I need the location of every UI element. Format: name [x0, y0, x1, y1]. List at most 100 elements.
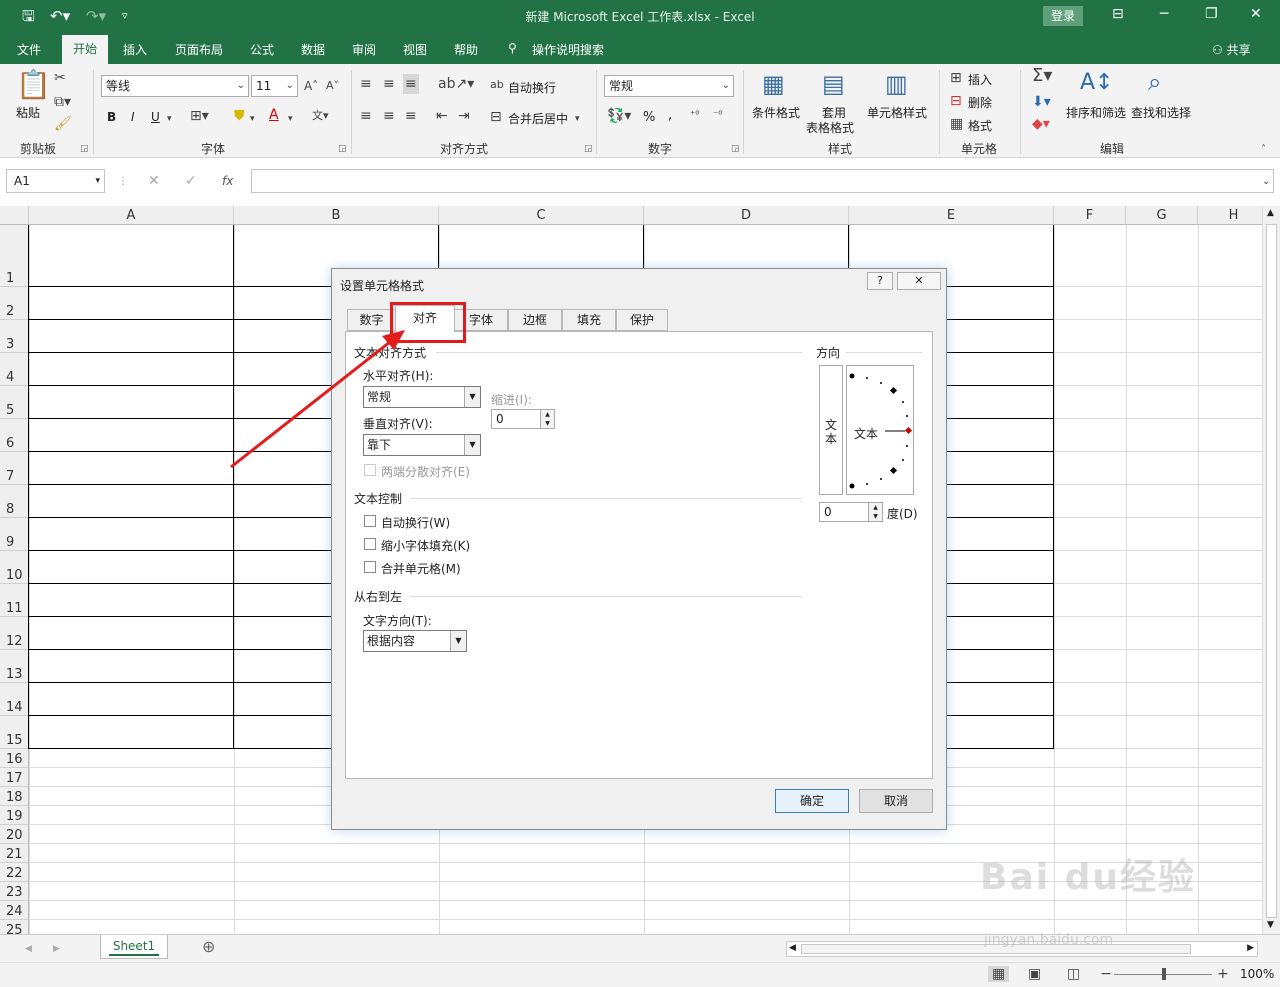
fill-icon[interactable]: ⬇▾ [1032, 94, 1051, 110]
row-header-13[interactable]: 13 [0, 650, 29, 683]
orientation-icon[interactable]: ab↗▾ [438, 76, 474, 92]
scroll-up-icon[interactable]: ▲ [1267, 208, 1274, 218]
cut-icon[interactable]: ✂ [54, 70, 66, 86]
next-sheet-icon[interactable]: ▶ [53, 941, 60, 957]
paste-button[interactable]: 粘贴 [16, 104, 40, 121]
merge-center-button[interactable]: 合并后居中 [508, 110, 568, 127]
row-header-20[interactable]: 20 [0, 825, 29, 844]
spin-up-icon[interactable]: ▲ [540, 410, 554, 419]
tab-data[interactable]: 数据 [301, 41, 325, 58]
copy-icon[interactable]: ⧉▾ [54, 94, 71, 110]
row-header-16[interactable]: 16 [0, 749, 29, 768]
wrap-text-button[interactable]: 自动换行 [508, 79, 556, 96]
comma-button[interactable]: , [668, 108, 672, 123]
row-header-11[interactable]: 11 [0, 584, 29, 617]
format-cells-button[interactable]: 格式 [968, 117, 992, 134]
tab-number[interactable]: 数字 [347, 309, 396, 331]
zoom-out-icon[interactable]: − [1100, 966, 1112, 982]
spin-down-icon[interactable]: ▼ [868, 512, 882, 521]
degree-spinner[interactable]: 0 ▲ ▼ [819, 502, 883, 522]
close-icon[interactable]: ✕ [897, 272, 941, 290]
scrollbar-thumb[interactable] [1266, 224, 1277, 918]
font-size-select[interactable]: 11 ⌄ [251, 75, 298, 97]
autosum-icon[interactable]: Σ▾ [1032, 67, 1052, 85]
enter-formula-icon[interactable]: ✓ [185, 173, 197, 189]
vertical-align-select[interactable]: 靠下 ▼ [363, 434, 481, 456]
decrease-indent-icon[interactable]: ⇤ [436, 108, 448, 124]
name-box[interactable]: A1 ▾ [6, 169, 105, 193]
number-format-select[interactable]: 常规 ⌄ [604, 75, 734, 97]
insert-function-button[interactable]: fx [222, 173, 233, 189]
increase-indent-icon[interactable]: ⇥ [458, 108, 470, 124]
row-header-4[interactable]: 4 [0, 353, 29, 386]
fill-color-icon[interactable]: ⛊ [234, 108, 245, 124]
zoom-slider-thumb[interactable] [1162, 968, 1166, 980]
clipboard-launcher-icon[interactable]: ◲ [80, 144, 89, 154]
justify-distributed-checkbox[interactable] [364, 464, 376, 476]
find-select-button[interactable]: 查找和选择 [1131, 104, 1191, 121]
login-button[interactable]: 登录 [1043, 6, 1083, 26]
normal-view-icon[interactable]: ▦ [988, 966, 1010, 982]
increase-font-icon[interactable]: A˄ [304, 78, 318, 94]
wrap-text-checkbox[interactable] [364, 515, 376, 527]
row-header-15[interactable]: 15 [0, 716, 29, 749]
tab-border[interactable]: 边框 [508, 309, 562, 331]
align-middle-icon[interactable]: ≡ [383, 76, 395, 92]
chevron-down-icon[interactable]: ▾ [250, 111, 255, 127]
spin-up-icon[interactable]: ▲ [868, 503, 882, 512]
row-header-3[interactable]: 3 [0, 320, 29, 353]
vertical-text-button[interactable]: 文本 [819, 365, 843, 495]
cell-styles-button[interactable]: 单元格样式 [867, 104, 927, 121]
prev-sheet-icon[interactable]: ◀ [25, 941, 32, 957]
font-name-select[interactable]: 等线 ⌄ [101, 75, 249, 97]
chevron-down-icon[interactable]: ▾ [288, 111, 293, 127]
scroll-right-icon[interactable]: ▶ [1247, 943, 1254, 953]
row-header-6[interactable]: 6 [0, 419, 29, 452]
formula-bar-handle-icon[interactable]: ⋮ [118, 174, 128, 190]
row-header-10[interactable]: 10 [0, 551, 29, 584]
page-break-view-icon[interactable]: ◫ [1067, 966, 1080, 982]
row-header-17[interactable]: 17 [0, 768, 29, 787]
column-header-e[interactable]: E [849, 206, 1054, 225]
expand-formula-bar-icon[interactable]: ⌄ [1262, 174, 1270, 190]
column-header-b[interactable]: B [234, 206, 439, 225]
currency-icon[interactable]: 💱▾ [607, 108, 631, 124]
phonetic-icon[interactable]: 文▾ [312, 108, 329, 124]
merge-cells-checkbox[interactable] [364, 561, 376, 573]
horizontal-align-select[interactable]: 常规 ▼ [363, 386, 481, 408]
row-header-24[interactable]: 24 [0, 901, 29, 920]
format-painter-icon[interactable]: 🖌 [54, 116, 72, 132]
format-as-table-button[interactable]: 表格格式 [806, 119, 854, 136]
tab-review[interactable]: 审阅 [352, 41, 376, 58]
sheet-tab-sheet1[interactable]: Sheet1 [100, 935, 168, 959]
tab-protection[interactable]: 保护 [616, 309, 668, 331]
restore-icon[interactable]: ❐ [1205, 6, 1218, 22]
font-color-icon[interactable]: A [269, 107, 279, 123]
column-header-a[interactable]: A [29, 206, 234, 225]
tab-view[interactable]: 视图 [403, 41, 427, 58]
indent-spinner[interactable]: 0 ▲ ▼ [491, 409, 555, 429]
collapse-ribbon-icon[interactable]: ˄ [1261, 142, 1266, 158]
chevron-down-icon[interactable]: ▾ [167, 111, 172, 127]
new-sheet-icon[interactable]: ⊕ [202, 939, 215, 955]
help-button[interactable]: ? [867, 272, 893, 290]
align-top-icon[interactable]: ≡ [360, 76, 372, 92]
ribbon-display-options-icon[interactable]: ⊟ [1112, 6, 1124, 22]
clear-icon[interactable]: ◆▾ [1032, 116, 1050, 132]
chevron-down-icon[interactable]: ▾ [575, 111, 580, 127]
paste-icon[interactable]: 📋 [16, 70, 51, 100]
borders-icon[interactable]: ⊞▾ [190, 108, 209, 124]
formula-input[interactable] [251, 169, 1274, 193]
row-header-19[interactable]: 19 [0, 806, 29, 825]
column-header-c[interactable]: C [439, 206, 644, 225]
align-left-icon[interactable]: ≡ [360, 108, 372, 124]
scroll-left-icon[interactable]: ◀ [789, 943, 796, 953]
number-launcher-icon[interactable]: ◲ [731, 144, 740, 154]
tab-help[interactable]: 帮助 [454, 41, 478, 58]
tell-me-search[interactable]: 操作说明搜索 [532, 41, 604, 58]
font-launcher-icon[interactable]: ◲ [338, 144, 347, 154]
tab-home[interactable]: 开始 [62, 35, 108, 64]
conditional-format-button[interactable]: 条件格式 [752, 104, 800, 121]
row-header-12[interactable]: 12 [0, 617, 29, 650]
scroll-down-icon[interactable]: ▼ [1267, 920, 1274, 930]
